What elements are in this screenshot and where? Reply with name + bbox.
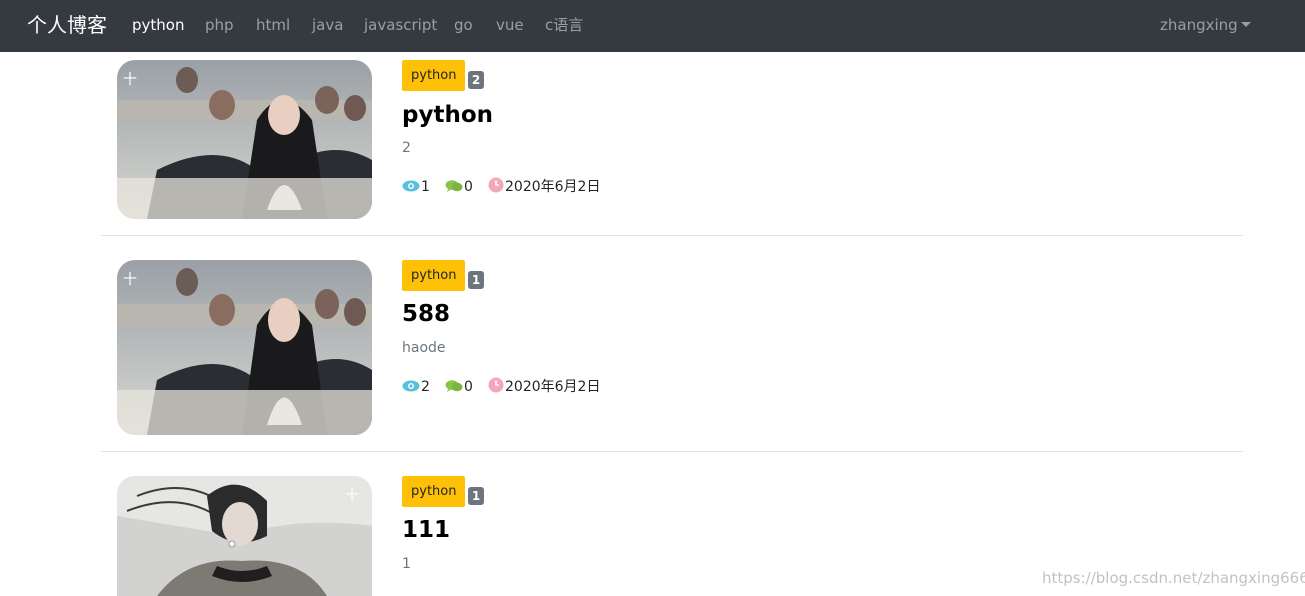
comment-count: 0 bbox=[445, 177, 473, 197]
svg-text:十: 十 bbox=[123, 272, 137, 288]
count-badge: 1 bbox=[468, 487, 484, 505]
count-badge: 1 bbox=[468, 271, 484, 289]
comment-icon bbox=[445, 180, 463, 192]
eye-icon bbox=[402, 180, 420, 192]
watermark: https://blog.csdn.net/zhangxing6666 bbox=[1042, 569, 1305, 587]
nav-item-vue[interactable]: vue bbox=[496, 15, 524, 35]
nav-item-c[interactable]: c语言 bbox=[545, 15, 583, 35]
clock-icon bbox=[488, 377, 504, 393]
brand-logo[interactable]: 个人博客 bbox=[27, 12, 107, 38]
category-tag[interactable]: python bbox=[402, 476, 466, 507]
count-badge: 2 bbox=[468, 71, 484, 89]
nav-item-javascript[interactable]: javascript bbox=[364, 15, 437, 35]
comment-icon bbox=[445, 380, 463, 392]
photo-image: 十 bbox=[117, 476, 372, 596]
chevron-down-icon bbox=[1240, 22, 1251, 27]
post-title[interactable]: 588 bbox=[402, 299, 450, 329]
post-thumbnail[interactable]: 十 bbox=[117, 60, 372, 219]
navbar: 个人博客 python php html java javascript go … bbox=[0, 0, 1305, 52]
category-tag[interactable]: python bbox=[402, 60, 466, 91]
svg-text:十: 十 bbox=[345, 488, 359, 504]
post-divider bbox=[101, 451, 1243, 452]
post-description: 2 bbox=[402, 140, 411, 156]
user-name: zhangxing bbox=[1160, 16, 1238, 34]
nav-item-php[interactable]: php bbox=[205, 15, 234, 35]
nav-item-go[interactable]: go bbox=[454, 15, 473, 35]
post-date: 2020年6月2日 bbox=[488, 377, 600, 397]
view-count: 2 bbox=[402, 377, 430, 397]
post-item: 十 python 2 python 2 1 0 2020年6月2日 bbox=[101, 60, 1243, 236]
post-divider bbox=[101, 235, 1243, 236]
post-thumbnail[interactable]: 十 bbox=[117, 260, 372, 435]
category-tag[interactable]: python bbox=[402, 260, 466, 291]
post-thumbnail[interactable]: 十 bbox=[117, 476, 372, 596]
post-item: 十 python 1 588 haode 2 0 2020年6月2日 bbox=[101, 260, 1243, 452]
view-count: 1 bbox=[402, 177, 430, 197]
photo-image: 十 bbox=[117, 260, 372, 435]
user-menu-dropdown[interactable]: zhangxing bbox=[1160, 15, 1251, 35]
clock-icon bbox=[488, 177, 504, 193]
post-date: 2020年6月2日 bbox=[488, 177, 600, 197]
nav-item-java[interactable]: java bbox=[312, 15, 343, 35]
nav-item-html[interactable]: html bbox=[256, 15, 290, 35]
post-description: 1 bbox=[402, 556, 411, 572]
post-description: haode bbox=[402, 340, 446, 356]
photo-image: 十 bbox=[117, 60, 372, 219]
post-title[interactable]: python bbox=[402, 100, 493, 130]
nav-item-python[interactable]: python bbox=[132, 15, 184, 35]
eye-icon bbox=[402, 380, 420, 392]
svg-text:十: 十 bbox=[123, 72, 137, 88]
post-title[interactable]: 111 bbox=[402, 515, 450, 545]
comment-count: 0 bbox=[445, 377, 473, 397]
